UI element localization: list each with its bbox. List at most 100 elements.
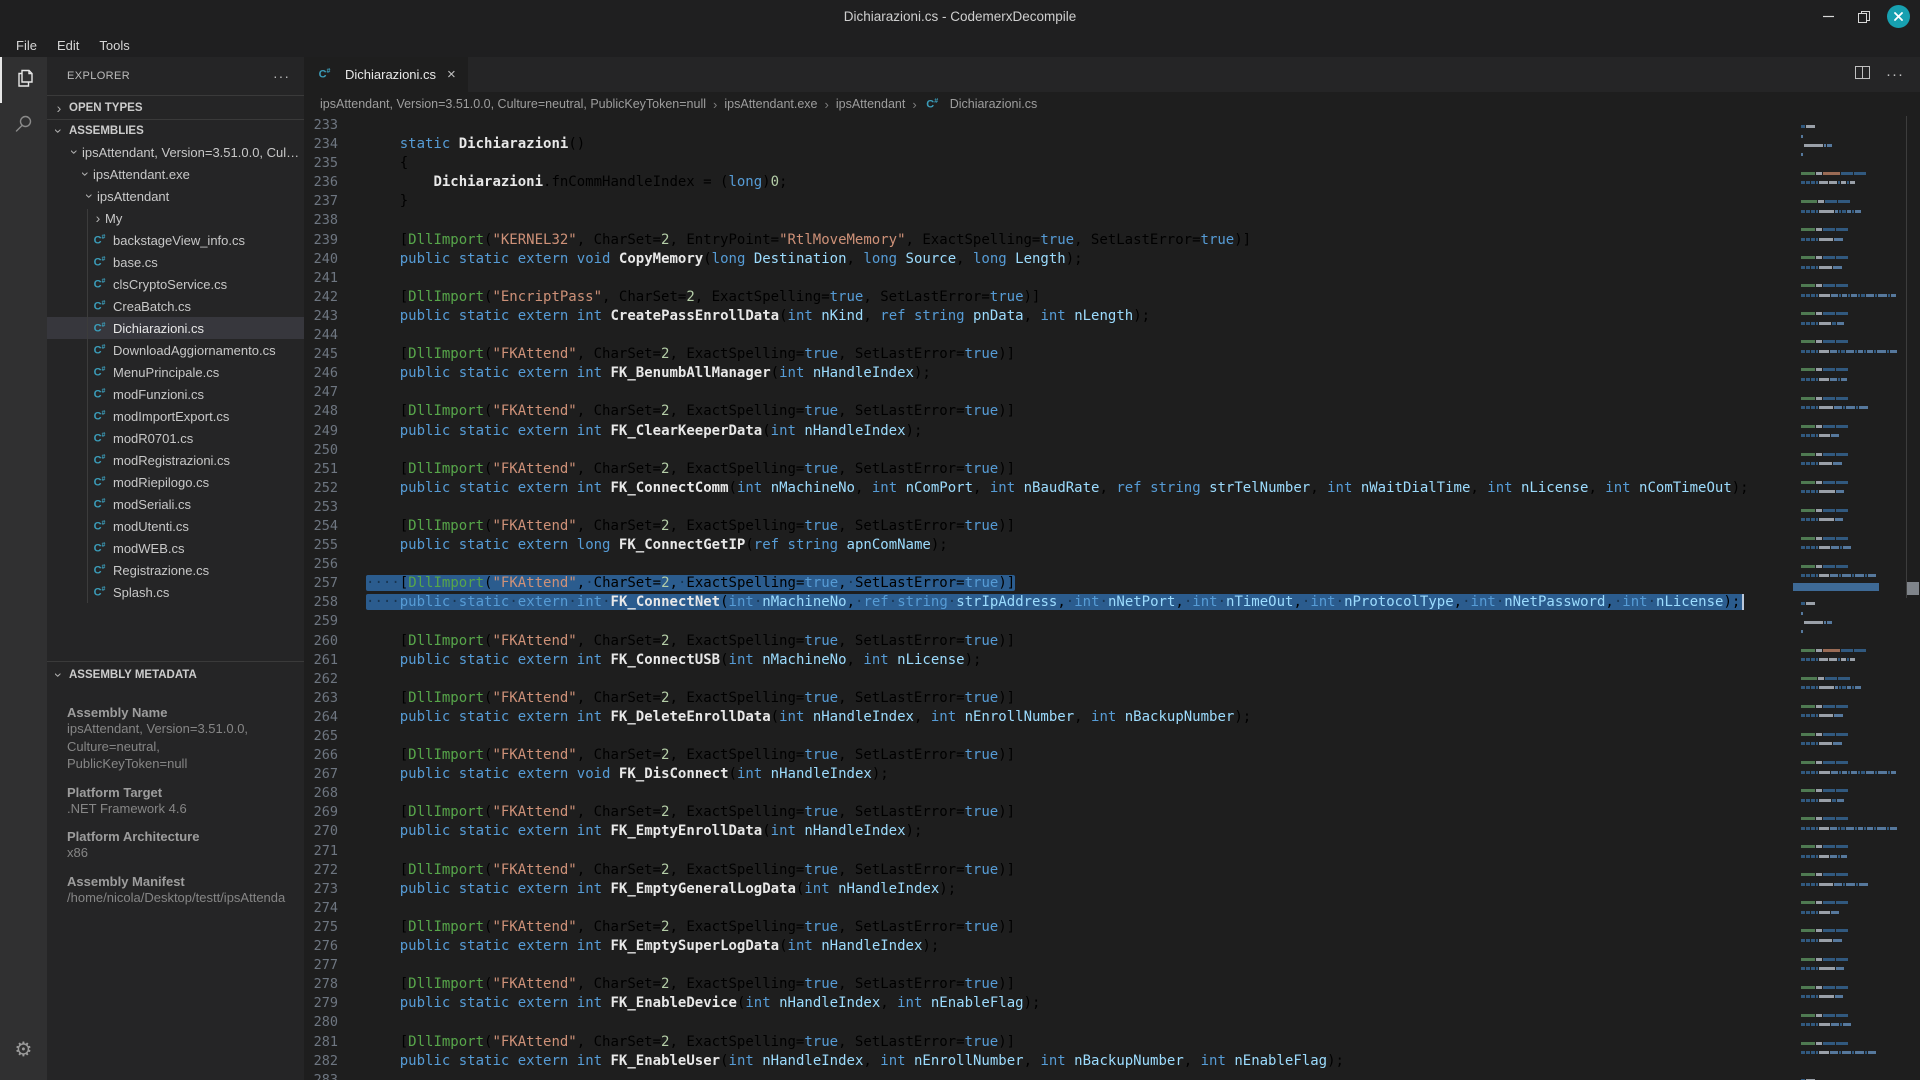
tree-item-backstageview-info-cs[interactable]: C# backstageView_info.cs xyxy=(47,229,304,251)
breadcrumb-item[interactable]: C# Dichiarazioni.cs xyxy=(924,96,1037,112)
code-line-271[interactable]: 271 xyxy=(304,842,1793,861)
code-line-241[interactable]: 241 xyxy=(304,269,1793,288)
settings-button[interactable]: ⚙ xyxy=(0,1026,47,1072)
code-line-251[interactable]: 251 [DllImport("FKAttend", CharSet=2, Ex… xyxy=(304,460,1793,479)
code-line-273[interactable]: 273 public static extern int FK_EmptyGen… xyxy=(304,880,1793,899)
code-line-262[interactable]: 262 xyxy=(304,670,1793,689)
code-line-239[interactable]: 239 [DllImport("KERNEL32", CharSet=2, En… xyxy=(304,231,1793,250)
section-assembly-metadata[interactable]: › ASSEMBLY METADATA xyxy=(47,661,304,687)
code-line-263[interactable]: 263 [DllImport("FKAttend", CharSet=2, Ex… xyxy=(304,689,1793,708)
code-line-244[interactable]: 244 xyxy=(304,326,1793,345)
code-line-283[interactable]: 283 xyxy=(304,1071,1793,1080)
tree-item-clscryptoservice-cs[interactable]: C# clsCryptoService.cs xyxy=(47,273,304,295)
tree-item-ipsattendant[interactable]: › ipsAttendant xyxy=(47,185,304,207)
code-line-242[interactable]: 242 [DllImport("EncriptPass", CharSet=2,… xyxy=(304,288,1793,307)
code-line-269[interactable]: 269 [DllImport("FKAttend", CharSet=2, Ex… xyxy=(304,803,1793,822)
tree-item-modregistrazioni-cs[interactable]: C# modRegistrazioni.cs xyxy=(47,449,304,471)
menu-item-tools[interactable]: Tools xyxy=(89,36,139,55)
code-line-281[interactable]: 281 [DllImport("FKAttend", CharSet=2, Ex… xyxy=(304,1033,1793,1052)
code-line-278[interactable]: 278 [DllImport("FKAttend", CharSet=2, Ex… xyxy=(304,975,1793,994)
code-line-261[interactable]: 261 public static extern int FK_ConnectU… xyxy=(304,651,1793,670)
code-line-256[interactable]: 256 xyxy=(304,555,1793,574)
code-line-282[interactable]: 282 public static extern int FK_EnableUs… xyxy=(304,1052,1793,1071)
code-line-233[interactable]: 233 xyxy=(304,116,1793,135)
tree-item-my[interactable]: › My xyxy=(47,207,304,229)
code-line-257[interactable]: 257 ····[DllImport("FKAttend",·CharSet=2,… xyxy=(304,574,1793,593)
code-line-243[interactable]: 243 public static extern int CreatePassE… xyxy=(304,307,1793,326)
tree-item-base-cs[interactable]: C# base.cs xyxy=(47,251,304,273)
code-line-247[interactable]: 247 xyxy=(304,383,1793,402)
section-assemblies[interactable]: › ASSEMBLIES xyxy=(47,119,304,141)
code-line-249[interactable]: 249 public static extern int FK_ClearKee… xyxy=(304,422,1793,441)
search-activity-button[interactable] xyxy=(0,103,47,149)
line-number: 274 xyxy=(313,899,338,916)
tree-item-modriepilogo-cs[interactable]: C# modRiepilogo.cs xyxy=(47,471,304,493)
tree-item-ipsattendant-exe[interactable]: › ipsAttendant.exe xyxy=(47,163,304,185)
code-line-248[interactable]: 248 [DllImport("FKAttend", CharSet=2, Ex… xyxy=(304,402,1793,421)
more-actions-icon[interactable]: ··· xyxy=(1886,66,1904,83)
code-line-272[interactable]: 272 [DllImport("FKAttend", CharSet=2, Ex… xyxy=(304,861,1793,880)
code-line-250[interactable]: 250 xyxy=(304,441,1793,460)
tree-item-registrazione-cs[interactable]: C# Registrazione.cs xyxy=(47,559,304,581)
minimap-line xyxy=(1801,733,1848,737)
code-line-237[interactable]: 237 } xyxy=(304,192,1793,211)
code-line-235[interactable]: 235 { xyxy=(304,154,1793,173)
explorer-activity-button[interactable] xyxy=(0,57,47,103)
code-line-275[interactable]: 275 [DllImport("FKAttend", CharSet=2, Ex… xyxy=(304,918,1793,937)
code-line-259[interactable]: 259 xyxy=(304,612,1793,631)
tree-item-modr0701-cs[interactable]: C# modR0701.cs xyxy=(47,427,304,449)
code-line-245[interactable]: 245 [DllImport("FKAttend", CharSet=2, Ex… xyxy=(304,345,1793,364)
code-line-240[interactable]: 240 public static extern void CopyMemory… xyxy=(304,250,1793,269)
minimize-button[interactable] xyxy=(1815,4,1841,30)
tab-dichiarazioni[interactable]: C# Dichiarazioni.cs × xyxy=(304,57,468,92)
minimap[interactable] xyxy=(1793,116,1906,1080)
code-line-text: [DllImport("FKAttend", CharSet=2, ExactS… xyxy=(366,632,1016,649)
code-line-266[interactable]: 266 [DllImport("FKAttend", CharSet=2, Ex… xyxy=(304,746,1793,765)
tree-item-modimportexport-cs[interactable]: C# modImportExport.cs xyxy=(47,405,304,427)
code-line-238[interactable]: 238 xyxy=(304,211,1793,230)
code-line-246[interactable]: 246 public static extern int FK_BenumbAl… xyxy=(304,364,1793,383)
code-line-274[interactable]: 274 xyxy=(304,899,1793,918)
breadcrumb-item[interactable]: ipsAttendant.exe xyxy=(724,97,817,111)
code-line-252[interactable]: 252 public static extern int FK_ConnectC… xyxy=(304,479,1793,498)
code-line-text xyxy=(366,1071,1793,1080)
maximize-restore-button[interactable] xyxy=(1851,4,1877,30)
tree-item-dichiarazioni-cs[interactable]: C# Dichiarazioni.cs xyxy=(47,317,304,339)
code-line-254[interactable]: 254 [DllImport("FKAttend", CharSet=2, Ex… xyxy=(304,517,1793,536)
section-open-types[interactable]: › OPEN TYPES xyxy=(47,95,304,119)
code-line-260[interactable]: 260 [DllImport("FKAttend", CharSet=2, Ex… xyxy=(304,632,1793,651)
tree-item-ipsattendant-version-3-51-0-0-cul-[interactable]: › ipsAttendant, Version=3.51.0.0, Cul… xyxy=(47,141,304,163)
code-line-279[interactable]: 279 public static extern int FK_EnableDe… xyxy=(304,994,1793,1013)
tree-item-modweb-cs[interactable]: C# modWEB.cs xyxy=(47,537,304,559)
code-line-270[interactable]: 270 public static extern int FK_EmptyEnr… xyxy=(304,822,1793,841)
tree-item-downloadaggiornamento-cs[interactable]: C# DownloadAggiornamento.cs xyxy=(47,339,304,361)
tab-close-icon[interactable]: × xyxy=(447,66,456,83)
tree-item-modutenti-cs[interactable]: C# modUtenti.cs xyxy=(47,515,304,537)
tree-item-modfunzioni-cs[interactable]: C# modFunzioni.cs xyxy=(47,383,304,405)
scrollbar-thumb[interactable] xyxy=(1907,582,1919,595)
tree-item-modseriali-cs[interactable]: C# modSeriali.cs xyxy=(47,493,304,515)
code-line-268[interactable]: 268 xyxy=(304,784,1793,803)
code-editor[interactable]: 233 234 static Dichiarazioni() 235 {236 Di… xyxy=(304,116,1920,1080)
explorer-more-button[interactable]: ··· xyxy=(273,68,290,84)
code-line-276[interactable]: 276 public static extern int FK_EmptySup… xyxy=(304,937,1793,956)
tree-item-splash-cs[interactable]: C# Splash.cs xyxy=(47,581,304,603)
breadcrumb-item[interactable]: ipsAttendant xyxy=(836,97,906,111)
code-line-258[interactable]: 258 ····public·static·extern·int·FK_Conne… xyxy=(304,593,1793,612)
code-line-264[interactable]: 264 public static extern int FK_DeleteEn… xyxy=(304,708,1793,727)
code-line-267[interactable]: 267 public static extern void FK_DisConn… xyxy=(304,765,1793,784)
code-line-236[interactable]: 236 Dichiarazioni.fnCommHandleIndex = (l… xyxy=(304,173,1793,192)
tree-item-creabatch-cs[interactable]: C# CreaBatch.cs xyxy=(47,295,304,317)
tree-item-menuprincipale-cs[interactable]: C# MenuPrincipale.cs xyxy=(47,361,304,383)
code-line-277[interactable]: 277 xyxy=(304,956,1793,975)
code-line-255[interactable]: 255 public static extern long FK_Connect… xyxy=(304,536,1793,555)
code-line-280[interactable]: 280 xyxy=(304,1013,1793,1032)
code-line-253[interactable]: 253 xyxy=(304,498,1793,517)
split-editor-icon[interactable] xyxy=(1855,65,1870,84)
menu-item-edit[interactable]: Edit xyxy=(47,36,89,55)
code-line-234[interactable]: 234 static Dichiarazioni() xyxy=(304,135,1793,154)
breadcrumb-item[interactable]: ipsAttendant, Version=3.51.0.0, Culture=… xyxy=(320,97,706,111)
close-button[interactable] xyxy=(1887,5,1910,28)
menu-item-file[interactable]: File xyxy=(6,36,47,55)
code-line-265[interactable]: 265 xyxy=(304,727,1793,746)
